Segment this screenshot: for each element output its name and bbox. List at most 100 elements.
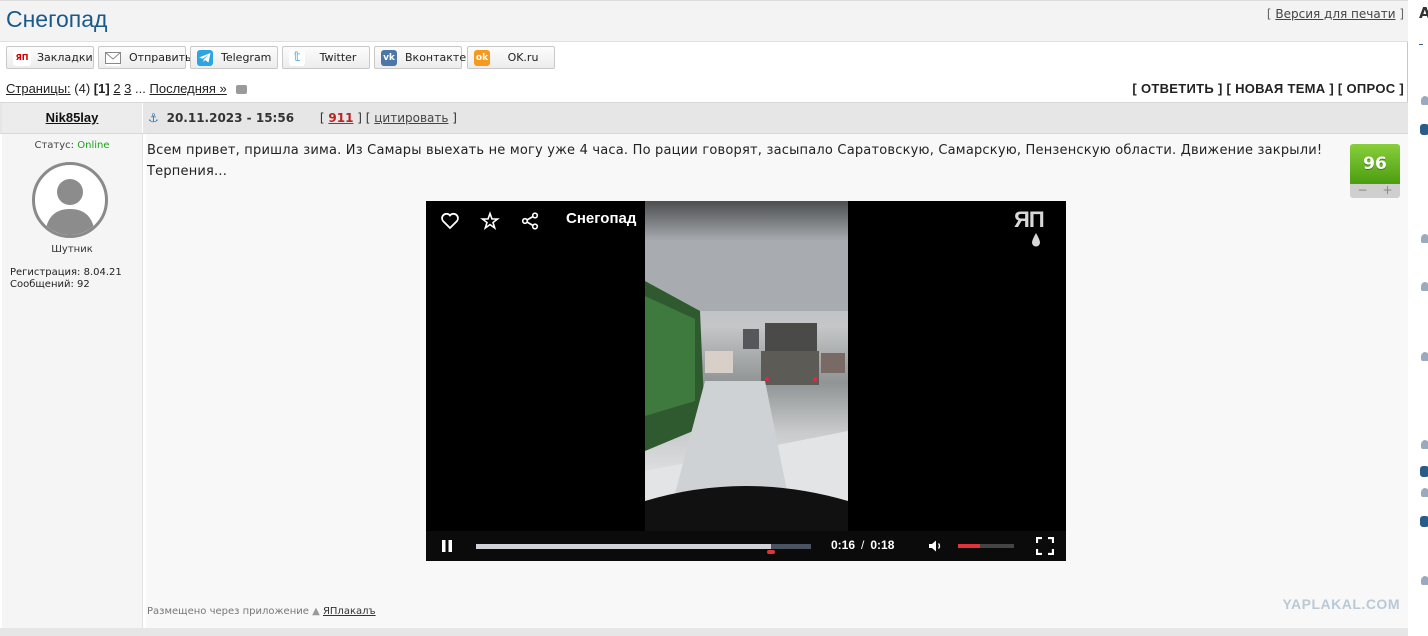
share-label: Вконтакте: [405, 51, 467, 64]
page-link-last[interactable]: Последняя »: [150, 81, 227, 96]
share-label: Telegram: [221, 51, 272, 64]
vk-icon: vk: [381, 49, 397, 66]
volume-icon[interactable]: [928, 539, 944, 553]
sidebar-user-icon: [1421, 282, 1428, 291]
rating-value: 96: [1350, 144, 1400, 184]
share-label: OK.ru: [507, 51, 539, 64]
time-separator: /: [861, 538, 865, 552]
pages-label[interactable]: Страницы:: [6, 81, 71, 96]
new-topic-button[interactable]: НОВАЯ ТЕМА: [1235, 81, 1325, 96]
pause-icon[interactable]: [440, 539, 454, 553]
topic-actions: [ ОТВЕТИТЬ ] [ НОВАЯ ТЕМА ] [ ОПРОС ]: [1132, 81, 1404, 96]
author-status: Статус: Online: [2, 140, 142, 151]
ok-icon: ok: [474, 49, 490, 66]
rating-plus-button[interactable]: +: [1382, 184, 1392, 198]
watermark: YAPLAKAL.COM: [1282, 596, 1400, 612]
poll-button[interactable]: ОПРОС: [1346, 81, 1395, 96]
app-link[interactable]: ЯПлакалъ: [323, 606, 376, 617]
yaplakal-icon: ЯП: [13, 49, 31, 66]
star-icon[interactable]: [480, 211, 500, 231]
heart-icon[interactable]: [440, 211, 460, 231]
video-timecode: 0:16 / 0:18: [831, 538, 894, 552]
yaplakal-logo: ЯП: [1014, 207, 1045, 232]
sidebar-user-icon: [1421, 440, 1428, 449]
page-jump-icon[interactable]: [236, 85, 248, 95]
sidebar-user-icon: [1421, 352, 1428, 361]
right-sidebar: А: [1409, 0, 1428, 636]
android-icon: ▲: [312, 606, 320, 617]
reply-button[interactable]: ОТВЕТИТЬ: [1141, 81, 1214, 96]
sidebar-user-icon: [1421, 488, 1428, 497]
share-ok-button[interactable]: ok OK.ru: [467, 46, 555, 69]
anchor-icon[interactable]: ⚓: [148, 111, 159, 125]
post-number[interactable]: 911: [328, 111, 353, 125]
user-silhouette-icon: [45, 179, 95, 235]
current-time: 0:16: [831, 538, 856, 552]
share-label: Twitter: [319, 51, 357, 64]
rating-controls: − +: [1350, 184, 1400, 198]
post-footer: [0, 628, 1408, 636]
fullscreen-icon[interactable]: [1036, 537, 1054, 555]
volume-level: [958, 544, 981, 548]
share-icon[interactable]: [520, 211, 540, 231]
topic-header: Снегопад [ Версия для печати ]: [0, 0, 1408, 42]
author-rank: Шутник: [51, 244, 93, 255]
page-link-2[interactable]: 2: [113, 81, 120, 96]
sidebar-heading: А: [1419, 4, 1428, 22]
avatar[interactable]: [32, 162, 108, 238]
video-progress-handle[interactable]: [766, 550, 775, 554]
share-label: Закладки: [37, 51, 93, 64]
pages-ellipsis: ...: [135, 81, 146, 96]
sidebar-user-icon: [1421, 234, 1428, 243]
post-meta: ⚓ 20.11.2023 - 15:56 [ 911 ] [ цитироват…: [148, 103, 457, 133]
pagination-bar: Страницы: (4) [1] 2 3 ... Последняя » [ …: [0, 80, 1408, 100]
share-twitter-button[interactable]: 𝕥 Twitter: [282, 46, 370, 69]
page-current: [1]: [93, 81, 110, 96]
rating-minus-button[interactable]: −: [1357, 184, 1367, 198]
post-text: Всем привет, пришла зима. Из Самары выех…: [147, 143, 1323, 179]
share-email-button[interactable]: Отправить: [98, 46, 192, 69]
author-panel: Статус: Online Шутник Регистрация: 8.04.…: [2, 134, 143, 628]
page-title: Снегопад: [6, 6, 108, 32]
share-label: Отправить: [129, 51, 192, 64]
pages-count: (4): [74, 81, 91, 96]
sidebar-user-icon: [1421, 576, 1428, 585]
share-vk-button[interactable]: vk Вконтакте: [374, 46, 466, 69]
registration-date: Регистрация: 8.04.21: [10, 267, 122, 278]
status-label: Статус:: [34, 140, 75, 151]
post-header: Nik85lay ⚓ 20.11.2023 - 15:56 [ 911 ] [ …: [0, 102, 1408, 134]
pagination: Страницы: (4) [1] 2 3 ... Последняя »: [6, 81, 248, 96]
share-telegram-button[interactable]: Telegram: [190, 46, 278, 69]
author-info: Регистрация: 8.04.21 Сообщений: 92: [10, 267, 122, 291]
telegram-icon: [197, 49, 213, 66]
print-version: [ Версия для печати ]: [1266, 7, 1404, 21]
quote-link[interactable]: цитировать: [374, 111, 448, 125]
posted-via-label: Размещено через приложение: [147, 606, 309, 617]
video-controls: 0:16 / 0:18: [426, 531, 1066, 561]
sidebar-badge-icon: [1420, 124, 1428, 135]
drop-icon: [1032, 233, 1040, 247]
message-count: Сообщений: 92: [10, 279, 90, 290]
video-still-image: [645, 201, 848, 531]
post-body: Всем привет, пришла зима. Из Самары выех…: [146, 134, 1408, 628]
video-progress-fill: [476, 544, 771, 549]
sidebar-user-icon: [1421, 96, 1428, 105]
envelope-icon: [105, 49, 121, 66]
author-link[interactable]: Nik85lay: [46, 110, 99, 125]
duration: 0:18: [870, 538, 895, 552]
twitter-icon: 𝕥: [289, 49, 305, 66]
print-version-link[interactable]: Версия для печати: [1275, 7, 1395, 21]
share-bookmarks-button[interactable]: ЯП Закладки: [6, 46, 94, 69]
video-player[interactable]: Снегопад ЯП 0:16 / 0:18: [426, 201, 1066, 561]
video-frame: [645, 201, 848, 531]
video-title: Снегопад: [566, 210, 637, 227]
volume-slider[interactable]: [958, 544, 1014, 548]
sidebar-badge-icon: [1420, 516, 1428, 527]
post-number-wrap: [ 911 ]: [319, 111, 362, 125]
posted-via: Размещено через приложение ▲ ЯПлакалъ: [147, 606, 376, 617]
sidebar-link[interactable]: [1419, 30, 1423, 48]
status-online: Online: [77, 140, 110, 151]
post-rating: 96 − +: [1350, 144, 1400, 198]
video-progress-bar[interactable]: [476, 544, 811, 554]
page-link-3[interactable]: 3: [124, 81, 131, 96]
